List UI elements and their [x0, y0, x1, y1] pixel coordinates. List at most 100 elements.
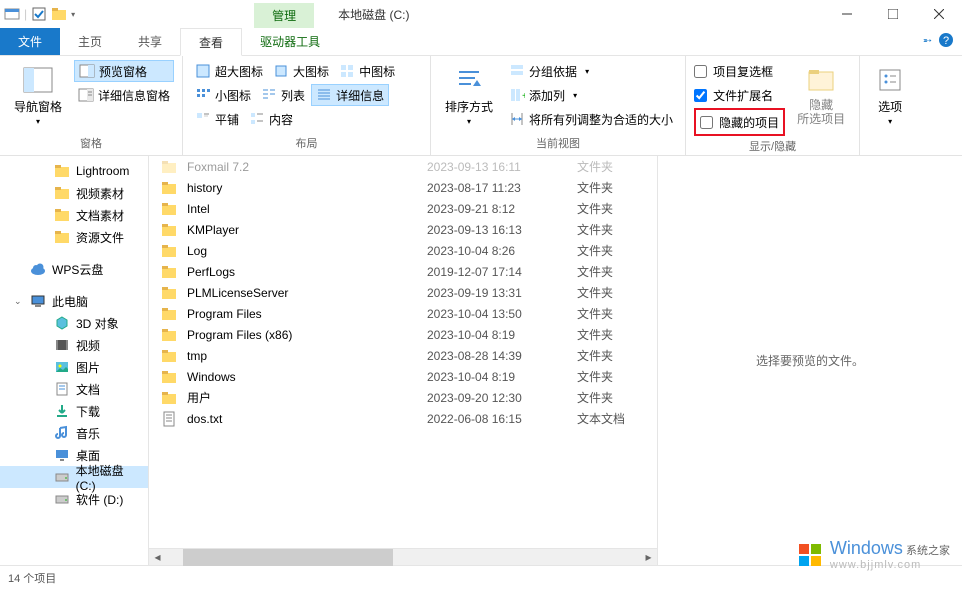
- nav-item-wps[interactable]: WPS云盘: [0, 258, 148, 280]
- tab-file[interactable]: 文件: [0, 28, 60, 55]
- preview-empty-text: 选择要预览的文件。: [756, 352, 864, 369]
- nav-item-[interactable]: 资源文件: [0, 226, 148, 248]
- maximize-button[interactable]: [870, 0, 916, 28]
- nav-item-[interactable]: ⌄此电脑: [0, 290, 148, 312]
- file-date: 2023-09-13 16:11: [427, 160, 567, 174]
- video-icon: [54, 337, 70, 353]
- folder-icon: [161, 285, 177, 301]
- nav-item-[interactable]: 图片: [0, 356, 148, 378]
- tab-view[interactable]: 查看: [180, 28, 242, 56]
- ribbon-tabs: 文件 主页 共享 查看 驱动器工具 ➵ ?: [0, 28, 962, 56]
- file-row[interactable]: Foxmail 7.22023-09-13 16:11文件夹: [149, 156, 657, 177]
- nav-item-[interactable]: 下载: [0, 400, 148, 422]
- help-icon[interactable]: ?: [938, 32, 954, 48]
- file-row[interactable]: Log2023-10-04 8:26文件夹: [149, 240, 657, 261]
- file-type: 文件夹: [577, 263, 657, 280]
- nav-item-label: 3D 对象: [76, 315, 119, 332]
- nav-item-label: 视频素材: [76, 185, 124, 202]
- layout-content[interactable]: 内容: [245, 108, 297, 130]
- layout-extra-large[interactable]: 超大图标: [191, 60, 267, 82]
- nav-item-[interactable]: 视频: [0, 334, 148, 356]
- folder-qat-icon[interactable]: [51, 6, 67, 22]
- file-extensions-toggle[interactable]: 文件扩展名: [694, 84, 785, 106]
- checkbox-qat-icon[interactable]: [31, 6, 47, 22]
- file-date: 2023-08-17 11:23: [427, 181, 567, 195]
- file-row[interactable]: Program Files2023-10-04 13:50文件夹: [149, 303, 657, 324]
- nav-item-[interactable]: 文档: [0, 378, 148, 400]
- nav-item-label: 本地磁盘 (C:): [76, 462, 144, 493]
- file-row[interactable]: KMPlayer2023-09-13 16:13文件夹: [149, 219, 657, 240]
- ribbon-group-show-hide: 项目复选框 文件扩展名 隐藏的项目 隐藏 所选项目 显示/隐藏: [686, 56, 860, 155]
- nav-item-label: 文档: [76, 381, 100, 398]
- minimize-button[interactable]: [824, 0, 870, 28]
- chevron-down-icon: ▾: [36, 117, 40, 126]
- layout-list[interactable]: 列表: [257, 84, 309, 106]
- file-row[interactable]: dos.txt2022-06-08 16:15文本文档: [149, 408, 657, 429]
- size-columns-button[interactable]: 将所有列调整为合适的大小: [505, 108, 677, 130]
- quick-access-toolbar: | ▾: [0, 6, 79, 22]
- content-area: Lightroom视频素材文档素材资源文件WPS云盘⌄此电脑3D 对象视频图片文…: [0, 156, 962, 565]
- add-columns-button[interactable]: +添加列▾: [505, 84, 677, 106]
- contextual-tab-header: 管理: [254, 3, 314, 28]
- nav-item-lightroom[interactable]: Lightroom: [0, 160, 148, 182]
- item-checkboxes-toggle[interactable]: 项目复选框: [694, 60, 785, 82]
- hidden-items-toggle[interactable]: 隐藏的项目: [700, 111, 779, 133]
- add-columns-icon: +: [509, 87, 525, 103]
- file-row[interactable]: PerfLogs2019-12-07 17:14文件夹: [149, 261, 657, 282]
- tab-share[interactable]: 共享: [120, 28, 180, 55]
- file-row[interactable]: Program Files (x86)2023-10-04 8:19文件夹: [149, 324, 657, 345]
- close-button[interactable]: [916, 0, 962, 28]
- hide-selected-button[interactable]: 隐藏 所选项目: [791, 60, 851, 131]
- file-type: 文件夹: [577, 200, 657, 217]
- file-type: 文本文档: [577, 410, 657, 427]
- nav-item-label: 音乐: [76, 425, 100, 442]
- folder-icon: [161, 264, 177, 280]
- file-name: tmp: [187, 349, 417, 363]
- file-row[interactable]: Windows2023-10-04 8:19文件夹: [149, 366, 657, 387]
- navigation-pane-button[interactable]: 导航窗格 ▾: [8, 60, 68, 130]
- expand-icon[interactable]: ⌄: [14, 296, 24, 307]
- file-row[interactable]: tmp2023-08-28 14:39文件夹: [149, 345, 657, 366]
- sort-by-button[interactable]: 排序方式 ▾: [439, 60, 499, 130]
- docs-icon: [54, 381, 70, 397]
- options-label: 选项: [878, 98, 902, 115]
- file-row[interactable]: Intel2023-09-21 8:12文件夹: [149, 198, 657, 219]
- ribbon-minimize-icon[interactable]: ➵: [923, 34, 932, 47]
- nav-item-c[interactable]: 本地磁盘 (C:): [0, 466, 148, 488]
- file-list[interactable]: Foxmail 7.22023-09-13 16:11文件夹history202…: [149, 156, 657, 548]
- file-row[interactable]: PLMLicenseServer2023-09-19 13:31文件夹: [149, 282, 657, 303]
- options-button[interactable]: 选项 ▾: [868, 60, 912, 130]
- nav-item-3d[interactable]: 3D 对象: [0, 312, 148, 334]
- details-pane-button[interactable]: 详细信息窗格: [74, 84, 174, 106]
- explorer-icon: [4, 6, 20, 22]
- scroll-left-arrow[interactable]: ◂: [149, 549, 166, 566]
- folder-icon: [161, 201, 177, 217]
- layout-small[interactable]: 小图标: [191, 84, 255, 106]
- layout-tiles[interactable]: 平铺: [191, 108, 243, 130]
- tab-home[interactable]: 主页: [60, 28, 120, 55]
- group-by-button[interactable]: 分组依据▾: [505, 60, 677, 82]
- pc-icon: [30, 293, 46, 309]
- file-row[interactable]: history2023-08-17 11:23文件夹: [149, 177, 657, 198]
- file-type: 文件夹: [577, 284, 657, 301]
- navigation-tree[interactable]: Lightroom 视频素材文档素材资源文件 WPS云盘 ⌄此电脑 3D 对象视频图片文…: [0, 156, 149, 565]
- tab-drive-tools[interactable]: 驱动器工具: [242, 28, 338, 55]
- file-name: KMPlayer: [187, 223, 417, 237]
- scroll-right-arrow[interactable]: ▸: [640, 549, 657, 566]
- layout-medium[interactable]: 中图标: [335, 60, 399, 82]
- layout-large[interactable]: 大图标: [269, 60, 333, 82]
- layout-details[interactable]: 详细信息: [311, 84, 389, 106]
- navigation-pane-icon: [22, 64, 54, 96]
- qat-dropdown[interactable]: ▾: [71, 10, 75, 19]
- text-icon: [161, 411, 177, 427]
- hide-icon: [805, 64, 837, 96]
- preview-pane-button[interactable]: 预览窗格: [74, 60, 174, 82]
- nav-item-[interactable]: 视频素材: [0, 182, 148, 204]
- file-row[interactable]: 用户2023-09-20 12:30文件夹: [149, 387, 657, 408]
- hidden-items-highlight: 隐藏的项目: [694, 108, 785, 136]
- folder-icon: [54, 229, 70, 245]
- scroll-thumb[interactable]: [183, 549, 393, 566]
- nav-item-[interactable]: 音乐: [0, 422, 148, 444]
- horizontal-scrollbar[interactable]: ◂ ▸: [149, 548, 657, 565]
- nav-item-[interactable]: 文档素材: [0, 204, 148, 226]
